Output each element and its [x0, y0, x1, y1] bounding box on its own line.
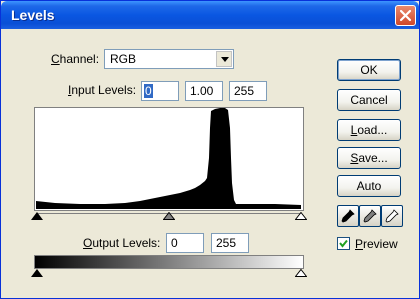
output-white-value: 255	[216, 236, 237, 250]
cancel-button[interactable]: Cancel	[337, 89, 401, 111]
close-icon	[399, 9, 412, 22]
chevron-down-icon	[221, 57, 229, 62]
output-black-value: 0	[171, 236, 178, 250]
checkmark-icon	[339, 239, 348, 248]
input-levels-label: Input Levels:	[68, 83, 137, 97]
auto-button[interactable]: Auto	[337, 175, 401, 197]
load-button-label: oad...	[357, 123, 388, 137]
gray-eyedropper-icon	[363, 209, 377, 223]
histogram	[34, 107, 304, 211]
channel-value: RGB	[110, 52, 137, 66]
title-bar[interactable]: Levels	[1, 1, 419, 29]
input-white-field[interactable]: 255	[229, 81, 267, 101]
output-gradient-bar	[34, 255, 304, 269]
input-gamma-value: 1.00	[190, 84, 214, 98]
preview-checkbox[interactable]	[337, 237, 350, 250]
ok-button-label: OK	[360, 63, 378, 77]
auto-button-label: Auto	[356, 179, 382, 193]
preview-label[interactable]: Preview	[355, 237, 398, 251]
input-gamma-slider-handle[interactable]	[163, 212, 175, 220]
output-levels-label: Output Levels:	[83, 236, 161, 250]
output-white-field[interactable]: 255	[211, 233, 249, 253]
channel-dropdown-button[interactable]	[216, 51, 232, 67]
cancel-button-label: Cancel	[350, 93, 388, 107]
load-button[interactable]: Load...	[337, 119, 401, 141]
black-eyedropper-button[interactable]	[337, 205, 359, 227]
input-black-value: 0	[144, 84, 153, 98]
input-gamma-field[interactable]: 1.00	[185, 81, 223, 101]
white-eyedropper-icon	[385, 209, 399, 223]
output-white-slider-handle[interactable]	[295, 269, 307, 277]
levels-dialog: Levels Channel: RGB Input Levels: 0 1.00…	[0, 0, 420, 299]
window-title: Levels	[11, 7, 55, 23]
save-button-label: ave...	[358, 151, 388, 165]
output-black-field[interactable]: 0	[166, 233, 204, 253]
input-black-field[interactable]: 0	[141, 81, 179, 101]
white-eyedropper-button[interactable]	[381, 205, 403, 227]
output-black-slider-handle[interactable]	[31, 269, 43, 277]
black-eyedropper-icon	[341, 209, 355, 223]
close-button[interactable]	[395, 5, 416, 26]
gray-eyedropper-button[interactable]	[359, 205, 381, 227]
input-white-slider-handle[interactable]	[295, 212, 307, 220]
histogram-graph	[36, 108, 301, 209]
channel-select[interactable]: RGB	[104, 49, 234, 69]
input-white-value: 255	[234, 84, 255, 98]
save-button[interactable]: Save...	[337, 147, 401, 169]
channel-label: Channel:	[51, 52, 100, 66]
ok-button[interactable]: OK	[337, 59, 401, 81]
input-black-slider-handle[interactable]	[31, 212, 43, 220]
